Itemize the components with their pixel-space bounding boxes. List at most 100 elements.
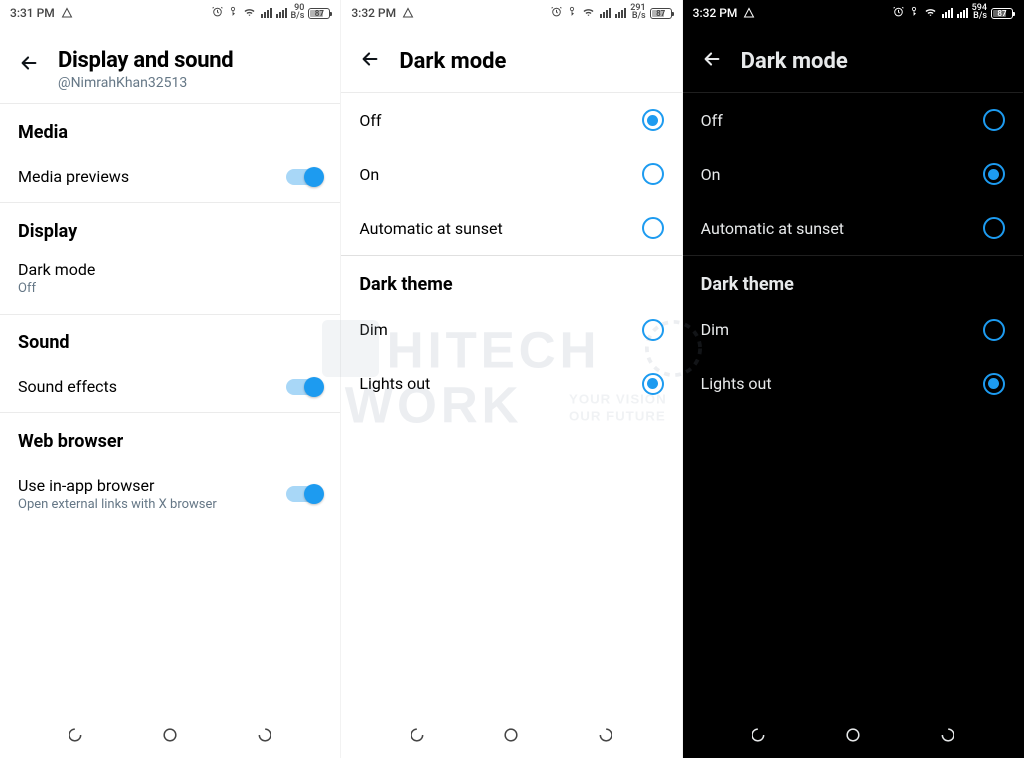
row-label: Dim	[701, 320, 729, 339]
radio-lights-out[interactable]	[983, 373, 1005, 395]
row-label: Dark mode	[18, 260, 95, 279]
radio-auto[interactable]	[983, 217, 1005, 239]
back-button[interactable]	[18, 48, 40, 78]
signal-1-icon	[261, 8, 272, 18]
row-mode-auto[interactable]: Automatic at sunset	[341, 201, 681, 255]
radio-off[interactable]	[642, 109, 664, 131]
alarm-icon	[211, 5, 224, 21]
toggle-inapp-browser[interactable]	[286, 486, 322, 502]
row-mode-on[interactable]: On	[683, 147, 1023, 201]
radio-on[interactable]	[983, 163, 1005, 185]
nav-home-icon[interactable]	[501, 725, 521, 745]
app-header: Dark mode	[683, 26, 1023, 93]
radio-dim[interactable]	[983, 319, 1005, 341]
alarm-icon	[550, 5, 563, 21]
row-label: On	[701, 165, 721, 184]
settings-list: Off On Automatic at sunset Dark theme Di…	[341, 93, 681, 712]
status-bar: 3:32 PM 594B/s 87	[683, 0, 1023, 26]
settings-list: Media Media previews Display Dark mode O…	[0, 104, 340, 712]
page-title: Dark mode	[399, 49, 506, 74]
page-subtitle: @NimrahKhan32513	[58, 75, 233, 91]
row-theme-lights-out[interactable]: Lights out	[683, 357, 1023, 411]
back-button[interactable]	[701, 48, 723, 74]
row-label: On	[359, 165, 379, 184]
battery-icon: 87	[991, 8, 1013, 19]
status-time: 3:31 PM	[10, 6, 55, 20]
toggle-media-previews[interactable]	[286, 169, 322, 185]
alarm-icon	[892, 5, 905, 21]
row-label: Media previews	[18, 167, 129, 186]
row-label: Off	[359, 111, 381, 130]
section-dark-theme: Dark theme	[683, 256, 1023, 303]
back-button[interactable]	[359, 48, 381, 74]
system-nav-bar	[0, 712, 340, 758]
status-time: 3:32 PM	[693, 6, 738, 20]
nav-recent-icon[interactable]	[69, 725, 89, 745]
row-sublabel: Open external links with X browser	[18, 497, 217, 512]
radio-auto[interactable]	[642, 217, 664, 239]
nav-home-icon[interactable]	[160, 725, 180, 745]
row-sound-effects[interactable]: Sound effects	[0, 361, 340, 412]
radio-lights-out[interactable]	[642, 373, 664, 395]
phone-display-and-sound: 3:31 PM 90B/s 87	[0, 0, 341, 758]
signal-1-icon	[600, 8, 611, 18]
row-label: Automatic at sunset	[701, 219, 844, 238]
signal-2-icon	[957, 8, 968, 18]
nav-back-icon[interactable]	[934, 725, 954, 745]
key-icon	[567, 5, 577, 21]
section-web-browser: Web browser	[0, 413, 340, 460]
section-display: Display	[0, 203, 340, 250]
radio-off[interactable]	[983, 109, 1005, 131]
nav-recent-icon[interactable]	[752, 725, 772, 745]
network-speed: 90B/s	[291, 5, 305, 20]
battery-icon: 87	[650, 8, 672, 19]
row-label: Use in-app browser	[18, 476, 217, 495]
radio-dim[interactable]	[642, 319, 664, 341]
notification-icon	[61, 7, 73, 19]
wifi-icon	[581, 6, 596, 21]
row-mode-off[interactable]: Off	[341, 93, 681, 147]
status-bar: 3:32 PM 291B/s 87	[341, 0, 681, 26]
notification-icon	[402, 7, 414, 19]
row-dark-mode[interactable]: Dark mode Off	[0, 250, 340, 314]
row-inapp-browser[interactable]: Use in-app browser Open external links w…	[0, 460, 340, 528]
nav-back-icon[interactable]	[251, 725, 271, 745]
toggle-sound-effects[interactable]	[286, 379, 322, 395]
row-mode-on[interactable]: On	[341, 147, 681, 201]
network-speed: 594B/s	[972, 5, 987, 20]
page-title: Display and sound	[58, 48, 233, 73]
key-icon	[909, 5, 919, 21]
nav-recent-icon[interactable]	[411, 725, 431, 745]
wifi-icon	[923, 6, 938, 21]
app-header: Display and sound @NimrahKhan32513	[0, 26, 340, 104]
status-bar: 3:31 PM 90B/s 87	[0, 0, 340, 26]
system-nav-bar	[683, 712, 1023, 758]
row-label: Off	[701, 111, 723, 130]
settings-list: Off On Automatic at sunset Dark theme Di…	[683, 93, 1023, 712]
row-mode-off[interactable]: Off	[683, 93, 1023, 147]
phone-dark-mode-dark: 3:32 PM 594B/s 87 Dark mode Off On	[683, 0, 1024, 758]
row-theme-lights-out[interactable]: Lights out	[341, 357, 681, 411]
row-label: Lights out	[701, 374, 772, 393]
battery-icon: 87	[308, 8, 330, 19]
wifi-icon	[242, 6, 257, 21]
row-mode-auto[interactable]: Automatic at sunset	[683, 201, 1023, 255]
row-theme-dim[interactable]: Dim	[341, 303, 681, 357]
radio-on[interactable]	[642, 163, 664, 185]
row-value: Off	[18, 281, 95, 296]
signal-2-icon	[615, 8, 626, 18]
signal-2-icon	[276, 8, 287, 18]
system-nav-bar	[341, 712, 681, 758]
page-title: Dark mode	[741, 49, 848, 74]
row-media-previews[interactable]: Media previews	[0, 151, 340, 202]
status-time: 3:32 PM	[351, 6, 396, 20]
row-label: Dim	[359, 320, 387, 339]
nav-home-icon[interactable]	[843, 725, 863, 745]
row-theme-dim[interactable]: Dim	[683, 303, 1023, 357]
section-dark-theme: Dark theme	[341, 256, 681, 303]
app-header: Dark mode	[341, 26, 681, 93]
notification-icon	[743, 7, 755, 19]
nav-back-icon[interactable]	[592, 725, 612, 745]
network-speed: 291B/s	[630, 5, 645, 20]
key-icon	[228, 5, 238, 21]
